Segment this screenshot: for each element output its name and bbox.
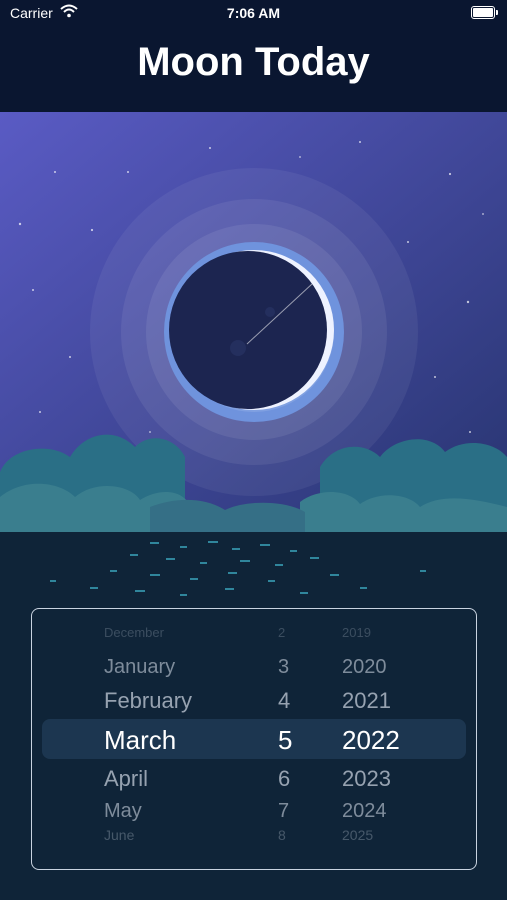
picker-year[interactable]: 2025: [342, 827, 373, 843]
picker-month-selected[interactable]: March: [104, 725, 176, 756]
picker-row[interactable]: February 4 2021: [32, 688, 476, 714]
picker-month[interactable]: January: [104, 656, 175, 679]
picker-month[interactable]: December: [104, 625, 164, 640]
picker-day[interactable]: 2: [278, 625, 285, 640]
page-title: Moon Today: [137, 40, 370, 84]
moon-icon: [169, 250, 334, 410]
picker-day[interactable]: 7: [278, 800, 289, 823]
picker-day-selected[interactable]: 5: [278, 725, 292, 756]
picker-month[interactable]: April: [104, 766, 148, 792]
picker-day[interactable]: 8: [278, 827, 286, 843]
picker-row[interactable]: January 3 2020: [32, 656, 476, 680]
picker-year[interactable]: 2023: [342, 766, 391, 792]
picker-year[interactable]: 2020: [342, 656, 387, 679]
picker-day[interactable]: 4: [278, 688, 290, 714]
header: Moon Today: [0, 26, 507, 112]
picker-month[interactable]: February: [104, 688, 192, 714]
picker-row[interactable]: May 7 2024: [32, 800, 476, 824]
status-bar: Carrier 7:06 AM: [0, 0, 507, 26]
moon-illustration: [0, 112, 507, 532]
picker-row-selected[interactable]: March 5 2022: [32, 725, 476, 755]
date-picker[interactable]: December 2 2019 January 3 2020 February …: [31, 608, 477, 870]
status-time: 7:06 AM: [226, 5, 281, 21]
picker-day[interactable]: 3: [278, 656, 289, 679]
picker-row[interactable]: December 2 2019: [32, 625, 476, 640]
picker-month[interactable]: June: [104, 827, 134, 843]
battery-icon: [471, 6, 498, 19]
picker-year-selected[interactable]: 2022: [342, 725, 400, 756]
picker-month[interactable]: May: [104, 800, 142, 823]
picker-day[interactable]: 6: [278, 766, 290, 792]
picker-row[interactable]: June 8 2025: [32, 827, 476, 843]
picker-row[interactable]: April 6 2023: [32, 766, 476, 792]
picker-year[interactable]: 2019: [342, 625, 371, 640]
picker-year[interactable]: 2021: [342, 688, 391, 714]
picker-year[interactable]: 2024: [342, 800, 387, 823]
water-reflection: [50, 541, 426, 596]
